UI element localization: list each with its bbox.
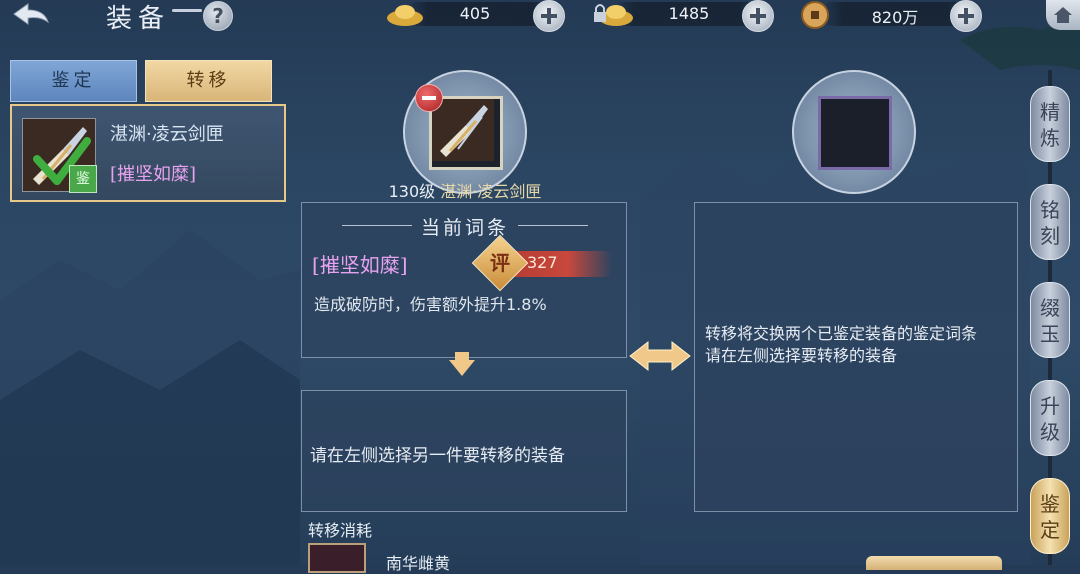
equipment-icon: 鉴 — [22, 118, 97, 193]
currency-gold: 405 — [385, 0, 585, 32]
target-affix-panel: 请在左侧选择另一件要转移的装备 — [301, 390, 627, 512]
current-affix-panel: 当前词条 [摧坚如糜] 评 327 造成破防时，伤害额外提升1.8% — [301, 202, 627, 358]
transfer-info: 转移将交换两个已鉴定装备的鉴定词条 请在左侧选择要转移的装备 — [705, 323, 1010, 367]
target-hint: 请在左侧选择另一件要转移的装备 — [310, 446, 565, 466]
copper-coin-icon — [801, 1, 829, 29]
equipment-list-item[interactable]: 鉴 湛渊·凌云剑匣 [摧坚如糜] — [10, 104, 286, 202]
target-equipment-frame — [818, 96, 892, 170]
transfer-info-line2: 请在左侧选择要转移的装备 — [705, 346, 898, 365]
confirm-button[interactable] — [866, 556, 1002, 570]
currency-bound-gold-value: 1485 — [668, 4, 710, 23]
add-copper-button[interactable] — [950, 0, 982, 32]
help-button[interactable]: ? — [203, 1, 233, 31]
title-divider — [172, 9, 202, 12]
cost-label: 转移消耗 — [308, 521, 373, 540]
equipment-level: 130级 — [388, 182, 436, 201]
score-value: 327 — [527, 253, 558, 272]
side-tab-char: 精 — [1040, 100, 1060, 124]
bound-gold-ingot-icon — [594, 4, 633, 26]
side-tab-char: 定 — [1040, 518, 1060, 542]
currency-copper: 820万 — [800, 0, 1000, 32]
current-affix-title: 当前词条 — [420, 217, 509, 239]
currency-bound-gold: 1485 — [592, 0, 792, 32]
affix-effect: 造成破防时，伤害额外提升1.8% — [314, 295, 547, 314]
page-title: 装备 — [106, 4, 171, 34]
side-tab-char: 炼 — [1040, 126, 1060, 150]
identified-badge: 鉴 — [69, 165, 97, 193]
cost-item-name: 南华雌黄 — [386, 554, 451, 573]
gold-ingot-icon — [387, 5, 423, 26]
equipment-name: 湛渊·凌云剑匣 — [110, 124, 224, 145]
target-equipment-slot[interactable] — [792, 70, 916, 194]
tab-identify[interactable]: 鉴定 — [10, 60, 137, 102]
side-tab-char: 铭 — [1040, 198, 1060, 222]
remove-equipment-button[interactable] — [415, 84, 443, 112]
top-bar: 装备 ? 405 1485 820万 — [0, 0, 1080, 34]
transfer-info-panel: 转移将交换两个已鉴定装备的鉴定词条 请在左侧选择要转移的装备 — [694, 202, 1018, 512]
source-equipment-label: 130级 湛渊·凌云剑匣 — [300, 178, 630, 202]
side-tab-char: 级 — [1040, 420, 1060, 444]
equipment-affix: [摧坚如糜] — [110, 164, 197, 185]
side-tab-char: 缀 — [1040, 296, 1060, 320]
cost-item-icon[interactable] — [308, 543, 366, 573]
side-tab-engrave[interactable]: 铭刻 — [1030, 184, 1070, 260]
side-tab-refine[interactable]: 精炼 — [1030, 86, 1070, 162]
add-bound-gold-button[interactable] — [742, 0, 774, 32]
tab-transfer[interactable]: 转移 — [145, 60, 272, 102]
source-equipment-name: 湛渊·凌云剑匣 — [440, 182, 542, 201]
current-affix-name: [摧坚如糜] — [312, 253, 408, 277]
add-gold-button[interactable] — [533, 0, 565, 32]
side-tab-char: 玉 — [1040, 322, 1060, 346]
side-tab-jade[interactable]: 缀玉 — [1030, 282, 1070, 358]
side-tab-char: 刻 — [1040, 224, 1060, 248]
side-tab-identify[interactable]: 鉴定 — [1030, 478, 1070, 554]
home-icon — [1054, 7, 1072, 23]
side-tab-char: 鉴 — [1040, 492, 1060, 516]
currency-copper-value: 820万 — [871, 8, 919, 27]
score-label: 评 — [490, 251, 510, 275]
transfer-info-line1: 转移将交换两个已鉴定装备的鉴定词条 — [705, 324, 978, 343]
swap-arrows-icon — [629, 340, 691, 372]
currency-gold-value: 405 — [459, 4, 491, 23]
side-tab-upgrade[interactable]: 升级 — [1030, 380, 1070, 456]
back-arrow-icon[interactable] — [8, 0, 54, 30]
down-arrow-head — [449, 360, 475, 376]
sword-case-icon — [432, 99, 494, 161]
divider — [518, 225, 588, 226]
side-tab-char: 升 — [1040, 394, 1060, 418]
source-equipment-frame — [429, 96, 503, 170]
home-button[interactable] — [1046, 0, 1080, 30]
